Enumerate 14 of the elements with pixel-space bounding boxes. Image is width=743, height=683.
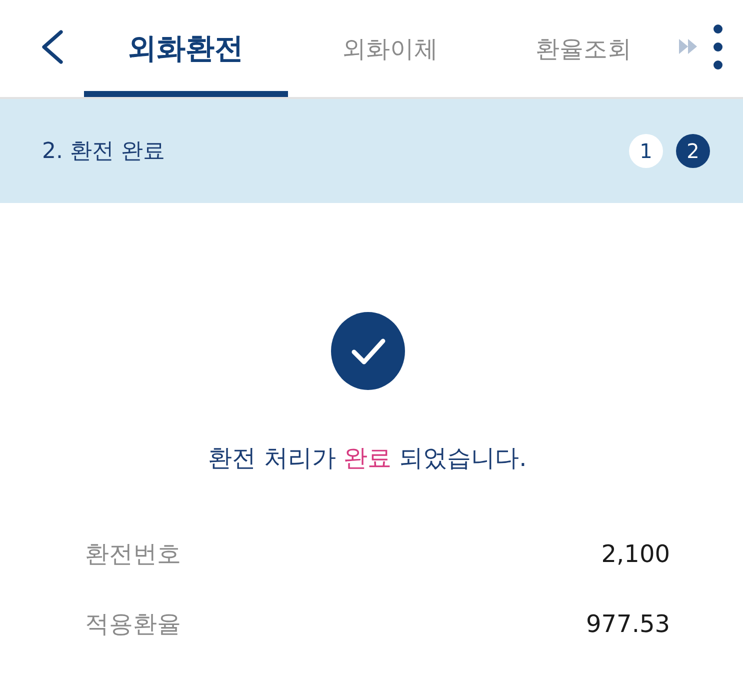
completion-message: 환전 처리가 완료 되었습니다. (208, 443, 527, 474)
step-indicator: 1 (629, 134, 663, 168)
detail-value: 2,100 (601, 540, 670, 568)
detail-label: 적용환율 (85, 609, 181, 640)
tab[interactable]: 환율조회 (492, 0, 674, 97)
menu-icon (713, 24, 724, 70)
tab[interactable]: 외화이체 (288, 0, 492, 97)
double-arrow-icon (678, 39, 696, 54)
step-indicator: 2 (676, 134, 710, 168)
success-check-icon (330, 312, 404, 390)
detail-value: 977.53 (586, 610, 670, 638)
back-chevron-icon (39, 28, 65, 64)
detail-label: 환전번호 (85, 539, 181, 570)
step-title: 2. 환전 완료 (42, 138, 165, 166)
